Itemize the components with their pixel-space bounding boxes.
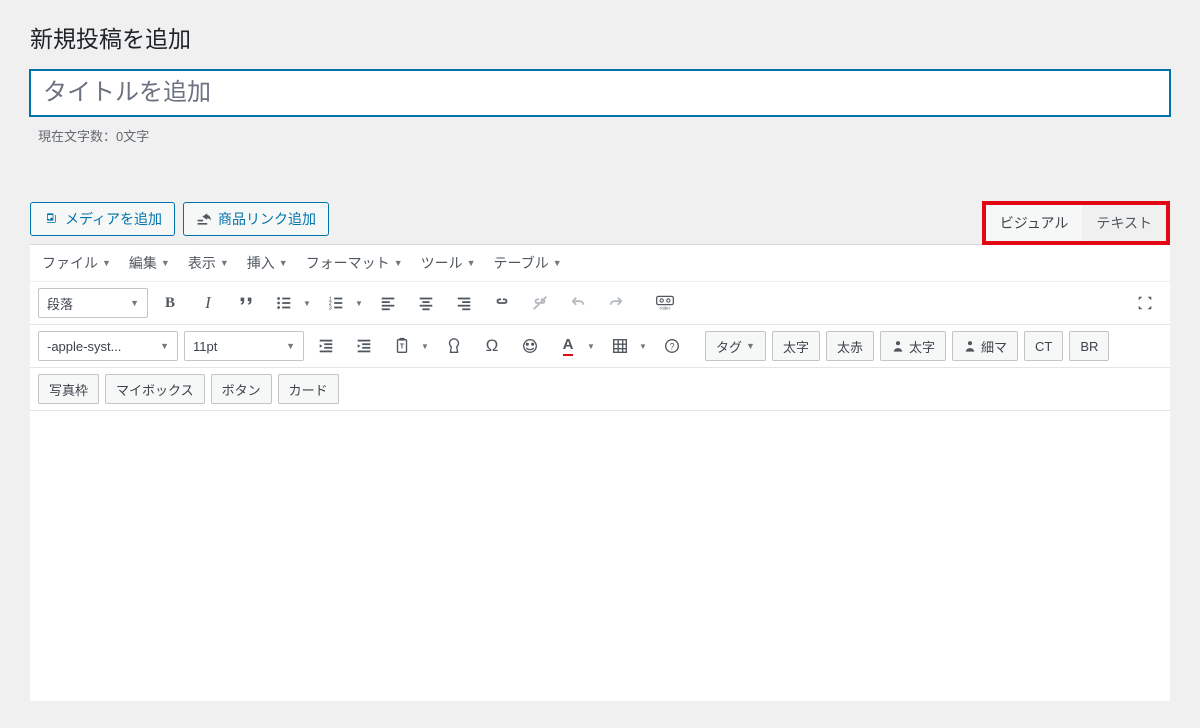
menu-file[interactable]: ファイル▼ [42, 253, 111, 273]
tab-visual[interactable]: ビジュアル [986, 205, 1083, 241]
bold-text-button[interactable]: 太字 [772, 331, 820, 361]
chevron-down-icon: ▼ [553, 258, 562, 268]
card-button[interactable]: カード [278, 374, 339, 404]
photo-frame-button[interactable]: 写真枠 [38, 374, 99, 404]
toolbar-row-3: 写真枠 マイボックス ボタン カード [30, 368, 1170, 411]
menu-edit[interactable]: 編集▼ [129, 253, 170, 273]
fullscreen-button[interactable] [1130, 288, 1160, 318]
paste-button[interactable]: T [386, 331, 418, 361]
menu-insert[interactable]: 挿入▼ [247, 253, 288, 273]
number-list-button[interactable]: 123 [320, 288, 352, 318]
svg-text:3: 3 [329, 305, 332, 311]
svg-text:?: ? [669, 342, 674, 352]
user-bold-button[interactable]: 太字 [880, 331, 946, 361]
chevron-down-icon[interactable]: ▼ [300, 288, 314, 318]
chevron-down-icon: ▼ [160, 341, 169, 351]
text-color-button[interactable]: A [552, 331, 584, 361]
chevron-down-icon[interactable]: ▼ [584, 331, 598, 361]
chevron-down-icon: ▼ [467, 258, 476, 268]
align-right-button[interactable] [448, 288, 480, 318]
chevron-down-icon[interactable]: ▼ [418, 331, 432, 361]
redo-button[interactable] [600, 288, 632, 318]
media-icon [43, 211, 59, 227]
person-icon [963, 339, 977, 353]
svg-text:codec: codec [659, 306, 670, 311]
product-link-label: 商品リンク追加 [218, 209, 316, 229]
codec-button[interactable]: codec [649, 288, 681, 318]
chevron-down-icon: ▼ [102, 258, 111, 268]
editor-menubar: ファイル▼ 編集▼ 表示▼ 挿入▼ フォーマット▼ ツール▼ テーブル▼ [30, 245, 1170, 282]
chevron-down-icon: ▼ [220, 258, 229, 268]
paragraph-select[interactable]: 段落▼ [38, 288, 148, 318]
page-title: 新規投稿を追加 [30, 20, 1170, 54]
product-link-button[interactable]: 商品リンク追加 [183, 202, 329, 236]
user-thin-button[interactable]: 細マ [952, 331, 1018, 361]
chevron-down-icon: ▼ [130, 298, 139, 308]
br-button[interactable]: BR [1069, 331, 1109, 361]
share-icon [196, 211, 212, 227]
menu-format[interactable]: フォーマット▼ [306, 253, 403, 273]
emoji-button[interactable] [514, 331, 546, 361]
mybox-button[interactable]: マイボックス [105, 374, 205, 404]
help-button[interactable]: ? [656, 331, 688, 361]
blockquote-button[interactable] [230, 288, 262, 318]
person-icon [891, 339, 905, 353]
bold-button[interactable]: B [154, 288, 186, 318]
tab-text[interactable]: テキスト [1082, 205, 1166, 241]
clear-format-button[interactable] [438, 331, 470, 361]
menu-view[interactable]: 表示▼ [188, 253, 229, 273]
align-center-button[interactable] [410, 288, 442, 318]
font-size-select[interactable]: 11pt▼ [184, 331, 304, 361]
chevron-down-icon: ▼ [394, 258, 403, 268]
bold-red-button[interactable]: 太赤 [826, 331, 874, 361]
char-count-label: 現在文字数：0文字 [38, 126, 1170, 145]
menu-tools[interactable]: ツール▼ [421, 253, 476, 273]
special-char-button[interactable]: Ω [476, 331, 508, 361]
toolbar-row-1: 段落▼ B I ▼ 123 ▼ [30, 282, 1170, 325]
chevron-down-icon[interactable]: ▼ [636, 331, 650, 361]
post-title-input[interactable] [30, 70, 1170, 116]
add-media-button[interactable]: メディアを追加 [30, 202, 175, 236]
tag-button[interactable]: タグ▼ [705, 331, 766, 361]
ct-button[interactable]: CT [1024, 331, 1063, 361]
table-button[interactable] [604, 331, 636, 361]
undo-button[interactable] [562, 288, 594, 318]
chevron-down-icon: ▼ [746, 341, 755, 351]
italic-button[interactable]: I [192, 288, 224, 318]
outdent-button[interactable] [310, 331, 342, 361]
editor-tabs: ビジュアル テキスト [982, 201, 1170, 245]
chevron-down-icon: ▼ [279, 258, 288, 268]
chevron-down-icon: ▼ [161, 258, 170, 268]
editor-content[interactable] [30, 411, 1170, 701]
add-media-label: メディアを追加 [65, 209, 162, 229]
align-left-button[interactable] [372, 288, 404, 318]
chevron-down-icon[interactable]: ▼ [352, 288, 366, 318]
button-insert-button[interactable]: ボタン [211, 374, 272, 404]
svg-text:T: T [400, 342, 405, 351]
bullet-list-button[interactable] [268, 288, 300, 318]
link-button[interactable] [486, 288, 518, 318]
menu-table[interactable]: テーブル▼ [494, 253, 562, 273]
chevron-down-icon: ▼ [286, 341, 295, 351]
unlink-button[interactable] [524, 288, 556, 318]
indent-button[interactable] [348, 331, 380, 361]
toolbar-row-2: -apple-syst...▼ 11pt▼ T ▼ Ω [30, 325, 1170, 368]
font-family-select[interactable]: -apple-syst...▼ [38, 331, 178, 361]
